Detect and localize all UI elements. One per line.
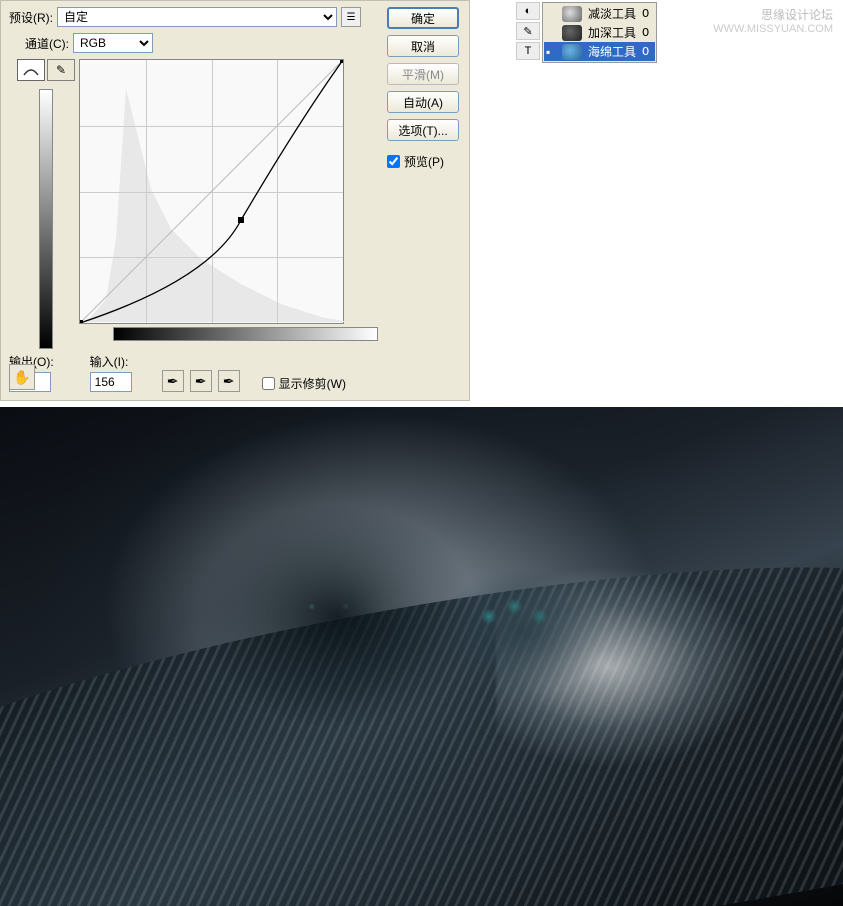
curve-graph[interactable] (79, 59, 344, 324)
channel-label: 通道(C): (25, 35, 69, 52)
dodge-icon (562, 6, 582, 22)
tool-label: 减淡工具 (588, 5, 636, 22)
eyedropper-black-icon[interactable]: ✒ (162, 370, 184, 392)
channel-select[interactable]: RGB (73, 33, 153, 53)
eyedropper-white-icon[interactable]: ✒ (218, 370, 240, 392)
curve-line (80, 60, 343, 323)
burn-icon (562, 25, 582, 41)
toolbar-type-icon[interactable]: T (516, 42, 540, 60)
preset-select[interactable]: 自定 (57, 7, 337, 27)
preset-label: 预设(R): (9, 9, 53, 26)
tool-sponge[interactable]: ▪ 海绵工具 O (544, 42, 655, 61)
show-clipping-checkbox[interactable] (262, 377, 275, 390)
toolbar-pen-icon[interactable]: ✎ (516, 22, 540, 40)
preview-checkbox[interactable] (387, 155, 400, 168)
tool-dodge[interactable]: 减淡工具 O (544, 4, 655, 23)
tool-flyout: ◐ ✎ T 减淡工具 O 加深工具 O ▪ 海绵工具 O (516, 2, 657, 63)
tool-shortcut: O (642, 7, 649, 21)
auto-button[interactable]: 自动(A) (387, 91, 459, 113)
ok-button[interactable]: 确定 (387, 7, 459, 29)
curve-control-point (238, 217, 244, 223)
watermark: 思缘设计论坛 WWW.MISSYUAN.COM (713, 6, 833, 35)
tool-shortcut: O (642, 45, 649, 59)
artwork-image (0, 407, 843, 906)
input-input[interactable] (90, 372, 132, 392)
input-label: 输入(I): (90, 353, 132, 370)
smooth-button: 平滑(M) (387, 63, 459, 85)
curves-dialog: 预设(R): 自定 ☰ 通道(C): RGB ✎ (0, 0, 470, 401)
preview-label: 预览(P) (404, 153, 444, 170)
options-button[interactable]: 选项(T)... (387, 119, 459, 141)
curve-mode-pencil-icon[interactable]: ✎ (47, 59, 75, 81)
tool-label: 海绵工具 (588, 43, 636, 60)
eyedropper-gray-icon[interactable]: ✒ (190, 370, 212, 392)
preset-menu-icon[interactable]: ☰ (341, 7, 361, 27)
bullet-icon: ▪ (546, 45, 556, 59)
curve-mode-smooth-icon[interactable] (17, 59, 45, 81)
tool-shortcut: O (642, 26, 649, 40)
show-clipping-label: 显示修剪(W) (279, 375, 346, 392)
input-gradient (113, 327, 378, 341)
toolbar-dodge-icon[interactable]: ◐ (516, 2, 540, 20)
output-gradient (39, 89, 53, 349)
tool-burn[interactable]: 加深工具 O (544, 23, 655, 42)
hand-tool-icon[interactable]: ✋ (9, 364, 35, 390)
sponge-icon (562, 44, 582, 60)
tool-label: 加深工具 (588, 24, 636, 41)
cancel-button[interactable]: 取消 (387, 35, 459, 57)
